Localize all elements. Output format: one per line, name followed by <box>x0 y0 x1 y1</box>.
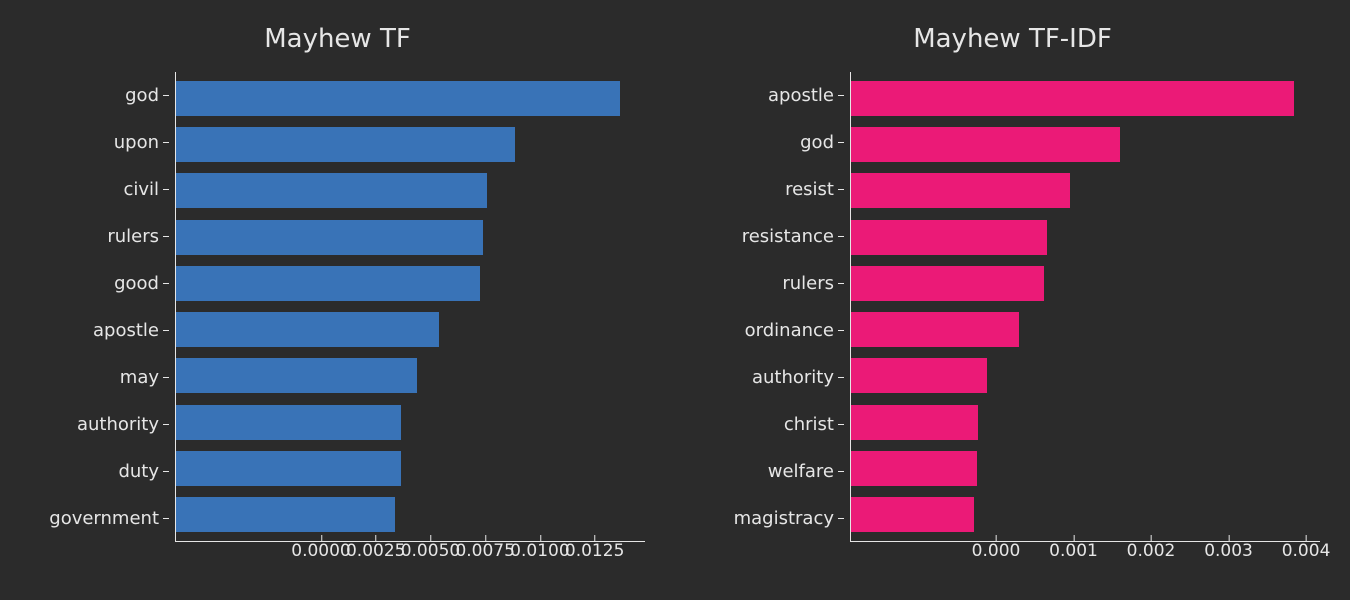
y-tick-mark <box>163 189 169 190</box>
y-tick-label: magistracy <box>734 510 844 528</box>
bar <box>176 405 401 440</box>
x-tick-label: 0.0125 <box>565 541 624 561</box>
y-tick-mark <box>838 142 844 143</box>
bar <box>851 451 977 486</box>
bar <box>176 312 439 347</box>
y-tick-label: ordinance <box>745 322 844 340</box>
x-tick-label: 0.003 <box>1204 541 1253 561</box>
y-tick-label: resist <box>785 181 844 199</box>
y-tick-mark <box>163 518 169 519</box>
y-tick-label: god <box>125 87 169 105</box>
y-tick-label: civil <box>123 181 169 199</box>
x-tick-label: 0.002 <box>1127 541 1176 561</box>
bar <box>851 81 1294 116</box>
x-axis-tf: 0.00000.00250.00500.00750.01000.0125 <box>321 541 645 573</box>
axes-tfidf: 0.0000.0010.0020.0030.004 <box>850 72 1320 542</box>
bar <box>176 358 417 393</box>
bar <box>176 451 401 486</box>
y-tick-label: apostle <box>93 322 169 340</box>
y-tick-label: resistance <box>742 228 844 246</box>
bar <box>851 127 1120 162</box>
y-tick-mark <box>838 95 844 96</box>
panel-tf: Mayhew TF god upon civil rulers good apostle m… <box>0 0 675 600</box>
y-tick-mark <box>838 471 844 472</box>
bar <box>176 127 515 162</box>
y-tick-label: christ <box>784 416 844 434</box>
y-tick-mark <box>163 95 169 96</box>
bar <box>176 497 395 532</box>
axes-tf: 0.00000.00250.00500.00750.01000.0125 <box>175 72 645 542</box>
bar <box>851 405 978 440</box>
y-tick-label: god <box>800 134 844 152</box>
y-tick-mark <box>838 283 844 284</box>
bar <box>851 358 987 393</box>
bar <box>176 81 620 116</box>
y-tick-mark <box>163 283 169 284</box>
x-axis-tfidf: 0.0000.0010.0020.0030.004 <box>996 541 1320 573</box>
y-tick-label: rulers <box>782 275 844 293</box>
y-tick-mark <box>838 518 844 519</box>
y-tick-mark <box>163 424 169 425</box>
y-tick-labels-tf: god upon civil rulers good apostle may authorit… <box>30 72 175 542</box>
y-tick-label: welfare <box>768 463 844 481</box>
y-tick-mark <box>838 330 844 331</box>
bar <box>851 220 1047 255</box>
y-tick-label: rulers <box>107 228 169 246</box>
x-tick-label: 0.0000 <box>291 541 350 561</box>
y-tick-label: apostle <box>768 87 844 105</box>
plot-area-tf: god upon civil rulers good apostle may authorit… <box>30 72 645 542</box>
chart-title-tfidf: Mayhew TF-IDF <box>705 24 1320 54</box>
x-tick-label: 0.004 <box>1282 541 1331 561</box>
figure: Mayhew TF god upon civil rulers good apostle m… <box>0 0 1350 600</box>
bar <box>851 497 974 532</box>
bar <box>176 266 480 301</box>
y-tick-label: authority <box>77 416 169 434</box>
bar <box>176 220 483 255</box>
y-tick-mark <box>163 236 169 237</box>
y-tick-mark <box>838 236 844 237</box>
x-tick-label: 0.0075 <box>455 541 514 561</box>
bar <box>851 173 1070 208</box>
y-tick-label: authority <box>752 369 844 387</box>
y-tick-label: may <box>120 369 169 387</box>
y-tick-mark <box>163 330 169 331</box>
x-tick-label: 0.001 <box>1049 541 1098 561</box>
panel-tfidf: Mayhew TF-IDF apostle god resist resistance… <box>675 0 1350 600</box>
x-tick-label: 0.0100 <box>510 541 569 561</box>
x-tick-label: 0.0025 <box>346 541 405 561</box>
y-tick-mark <box>163 142 169 143</box>
x-tick-label: 0.0050 <box>401 541 460 561</box>
y-tick-label: upon <box>114 134 169 152</box>
bars-tfidf <box>851 72 1320 541</box>
x-tick-label: 0.000 <box>972 541 1021 561</box>
y-tick-mark <box>838 377 844 378</box>
y-tick-mark <box>838 189 844 190</box>
y-tick-mark <box>838 424 844 425</box>
y-tick-labels-tfidf: apostle god resist resistance rulers ordinanc… <box>705 72 850 542</box>
chart-title-tf: Mayhew TF <box>30 24 645 54</box>
bar <box>176 173 487 208</box>
bar <box>851 266 1044 301</box>
bars-tf <box>176 72 645 541</box>
y-tick-label: government <box>49 510 169 528</box>
y-tick-mark <box>163 471 169 472</box>
y-tick-label: good <box>114 275 169 293</box>
y-tick-label: duty <box>118 463 169 481</box>
bar <box>851 312 1019 347</box>
y-tick-mark <box>163 377 169 378</box>
plot-area-tfidf: apostle god resist resistance rulers ordinanc… <box>705 72 1320 542</box>
